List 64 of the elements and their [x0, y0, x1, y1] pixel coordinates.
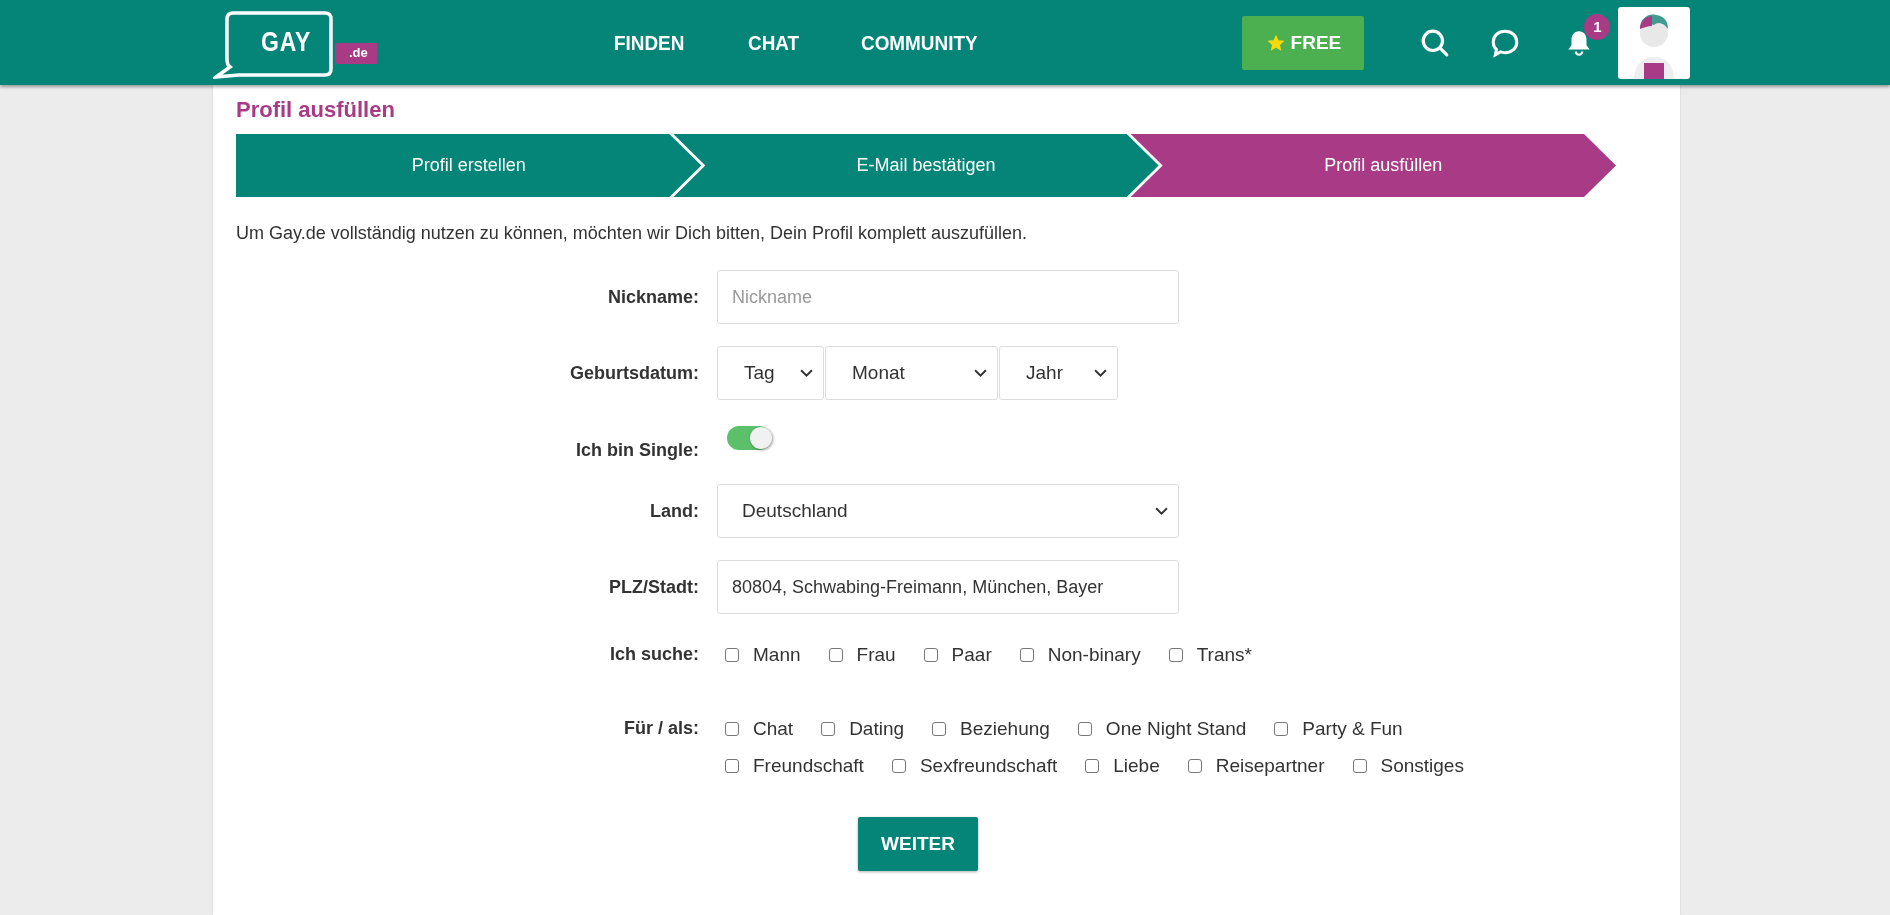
toggle-switch[interactable]: [727, 426, 771, 450]
checkbox-option[interactable]: Liebe: [1085, 755, 1160, 777]
checkbox[interactable]: [821, 722, 836, 736]
progress-step: Profil ausfüllen: [1130, 134, 1616, 197]
checkbox-option[interactable]: Chat: [725, 718, 794, 740]
chat-bubble-icon[interactable]: [1490, 27, 1521, 58]
checkbox[interactable]: [891, 759, 906, 773]
nickname-input[interactable]: Nickname: [717, 270, 1179, 324]
date-select[interactable]: Jahr: [999, 346, 1118, 400]
field-label: Nickname:: [606, 286, 699, 308]
checkbox-option[interactable]: Sexfreundschaft: [891, 755, 1058, 777]
progress-step: E-Mail bestätigen: [673, 134, 1159, 197]
checkbox-option[interactable]: Beziehung: [932, 718, 1050, 740]
checkbox-option[interactable]: One Night Stand: [1077, 718, 1247, 740]
date-select[interactable]: Monat: [825, 346, 998, 400]
field-label: PLZ/Stadt:: [608, 576, 699, 598]
chevron-down-icon: [1094, 368, 1107, 378]
checkbox[interactable]: [1168, 648, 1183, 662]
logo-text: GAY: [261, 26, 312, 58]
nav-link[interactable]: FINDEN: [614, 30, 685, 55]
checkbox[interactable]: [923, 648, 938, 662]
date-select[interactable]: Tag: [717, 346, 824, 400]
search-icon[interactable]: [1420, 27, 1451, 58]
checkbox-option[interactable]: Reisepartner: [1187, 755, 1325, 777]
intro-text: Um Gay.de vollständig nutzen zu können, möchten wir Dich bitten, Dein Profil komplett auszufüllen.: [236, 223, 1029, 244]
checkbox[interactable]: [932, 722, 947, 736]
country-select[interactable]: Deutschland: [717, 484, 1179, 538]
checkbox[interactable]: [828, 648, 843, 662]
continue-button[interactable]: WEITER: [858, 817, 978, 871]
nav-link[interactable]: CHAT: [748, 30, 800, 55]
checkbox[interactable]: [1352, 759, 1367, 773]
checkbox[interactable]: [1019, 648, 1034, 662]
page-title: Profil ausfüllen: [236, 96, 396, 124]
checkbox[interactable]: [1187, 759, 1202, 773]
avatar[interactable]: [1618, 6, 1691, 79]
checkbox[interactable]: [1077, 722, 1092, 736]
checkbox-option[interactable]: Party & Fun: [1274, 718, 1403, 740]
checkbox-option[interactable]: Freundschaft: [725, 755, 864, 777]
checkbox[interactable]: [725, 648, 739, 662]
checkbox-option[interactable]: Trans*: [1168, 644, 1252, 666]
chevron-down-icon: [800, 368, 813, 378]
field-label: Für / als:: [623, 717, 699, 739]
logo[interactable]: GAY .de: [213, 2, 378, 83]
checkbox-option[interactable]: Sonstiges: [1352, 755, 1464, 777]
checkbox-option[interactable]: Paar: [923, 644, 992, 666]
checkbox-option[interactable]: Dating: [821, 718, 905, 740]
checkbox[interactable]: [1274, 722, 1289, 736]
logo-suffix: .de: [335, 42, 377, 64]
checkbox[interactable]: [1085, 759, 1100, 773]
chevron-down-icon: [1155, 506, 1168, 516]
checkbox-option[interactable]: Non-binary: [1019, 644, 1141, 666]
progress-step: Profil erstellen: [236, 134, 702, 197]
checkbox-option[interactable]: Mann: [725, 644, 801, 666]
field-label: Ich suche:: [608, 643, 699, 665]
chevron-down-icon: [974, 368, 987, 378]
nav-link[interactable]: COMMUNITY: [860, 30, 978, 55]
city-input[interactable]: 80804, Schwabing-Freimann, München, Bayer: [717, 560, 1179, 614]
field-label: Ich bin Single:: [575, 438, 699, 461]
checkbox[interactable]: [725, 722, 739, 736]
checkbox[interactable]: [725, 759, 739, 773]
field-label: Geburtsdatum:: [569, 362, 699, 384]
checkbox-option[interactable]: Frau: [828, 644, 896, 666]
notification-badge: 1: [1584, 13, 1611, 40]
field-label: Land:: [649, 500, 699, 522]
